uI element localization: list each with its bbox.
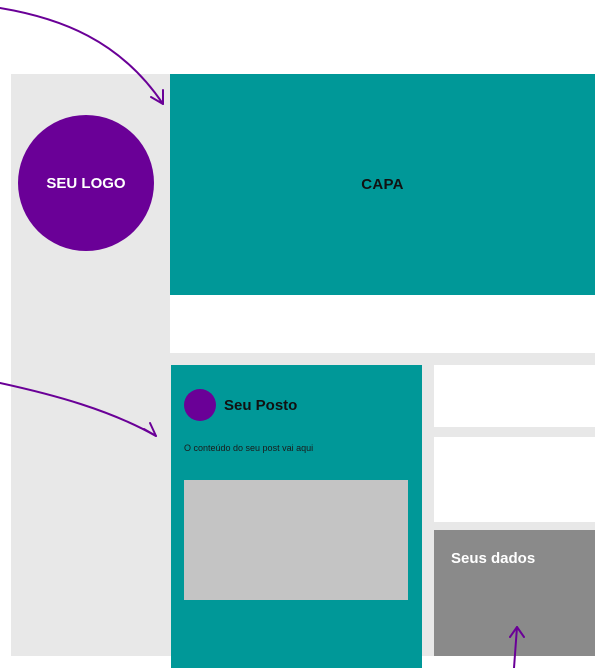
- logo-circle: SEU LOGO: [18, 115, 154, 251]
- cover-area: CAPA: [170, 74, 595, 295]
- logo-label: SEU LOGO: [46, 174, 126, 192]
- side-card-middle: [434, 437, 595, 522]
- post-text: O conteúdo do seu post vai aqui: [184, 443, 314, 453]
- post-title: Seu Posto: [224, 397, 298, 414]
- post-image-placeholder: [184, 480, 408, 600]
- side-card-top: [434, 365, 595, 427]
- cover-label: CAPA: [361, 175, 404, 193]
- data-card: [434, 530, 595, 656]
- post-avatar: [184, 389, 216, 421]
- data-card-label: Seus dados: [451, 550, 536, 567]
